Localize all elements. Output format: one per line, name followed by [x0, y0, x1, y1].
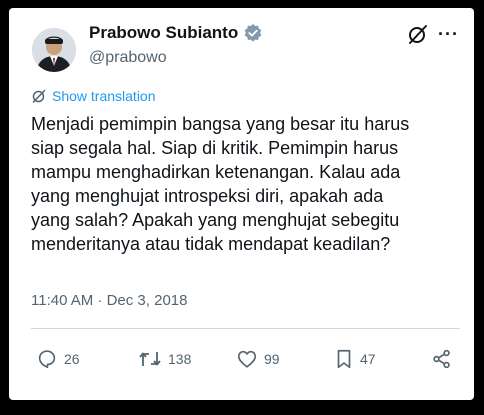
avatar[interactable]: [32, 28, 76, 72]
repost-icon: [139, 352, 161, 366]
tweet-timestamp[interactable]: 11:40 AM · Dec 3, 2018: [31, 292, 187, 309]
grok-translate-icon: [32, 89, 46, 103]
repost-count: 138: [168, 351, 192, 367]
tweet-card: Prabowo Subianto @prabowo ··· Show trans…: [9, 8, 474, 400]
user-handle[interactable]: @prabowo: [89, 49, 167, 67]
bookmark-count: 47: [360, 351, 376, 367]
reply-button[interactable]: 26: [36, 344, 80, 374]
reply-count: 26: [64, 351, 80, 367]
share-button[interactable]: [431, 344, 453, 374]
heart-icon: [237, 350, 257, 368]
show-translation-label: Show translation: [52, 88, 156, 104]
grok-icon[interactable]: [407, 23, 429, 45]
action-bar: 26 138 99 47: [9, 344, 474, 374]
show-translation-link[interactable]: Show translation: [31, 88, 156, 104]
like-count: 99: [264, 351, 280, 367]
bookmark-icon: [337, 349, 351, 369]
bookmark-button[interactable]: 47: [334, 344, 376, 374]
verified-badge-icon: [244, 24, 262, 42]
reply-icon: [38, 350, 56, 369]
tweet-text: Menjadi pemimpin bangsa yang besar itu h…: [31, 114, 410, 254]
repost-button[interactable]: 138: [138, 344, 191, 374]
divider: [31, 328, 460, 329]
display-name-text: Prabowo Subianto: [89, 23, 239, 42]
display-name[interactable]: Prabowo Subianto: [89, 23, 263, 43]
avatar-image: [32, 28, 76, 72]
like-button[interactable]: 99: [236, 344, 280, 374]
share-icon: [433, 349, 450, 369]
more-options-icon[interactable]: ···: [438, 24, 459, 45]
